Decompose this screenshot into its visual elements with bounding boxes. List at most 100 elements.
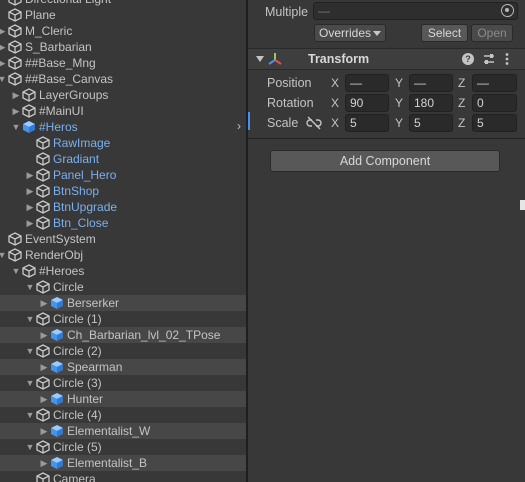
- hierarchy-item-label: Circle (2): [53, 344, 102, 358]
- hierarchy-item-label: Btn_Close: [53, 216, 109, 230]
- open-button[interactable]: Open: [471, 24, 513, 42]
- hierarchy-item[interactable]: EventSystem: [0, 231, 246, 247]
- foldout-collapsed-icon[interactable]: ▶: [24, 199, 36, 215]
- gameobject-icon: [8, 232, 22, 246]
- axis-y-label: Y: [395, 96, 404, 110]
- hierarchy-item[interactable]: ▶ ##Base_Mng: [0, 55, 246, 71]
- gameobject-icon: [36, 216, 50, 230]
- foldout-expanded-icon[interactable]: ▼: [0, 71, 8, 87]
- gameobject-icon: [36, 200, 50, 214]
- hierarchy-item[interactable]: ▶ Berserker: [0, 295, 246, 311]
- hierarchy-item[interactable]: ▶ LayerGroups: [0, 87, 246, 103]
- foldout-expanded-icon[interactable]: ▼: [24, 375, 36, 391]
- hierarchy-item[interactable]: ▶ BtnUpgrade: [0, 199, 246, 215]
- hierarchy-item[interactable]: RawImage: [0, 135, 246, 151]
- target-icon[interactable]: [501, 4, 514, 17]
- foldout-expanded-icon[interactable]: ▼: [10, 119, 22, 135]
- prefab-icon: [50, 456, 64, 470]
- help-icon[interactable]: ?: [462, 53, 474, 65]
- hierarchy-item[interactable]: ▶ BtnShop: [0, 183, 246, 199]
- hierarchy-item[interactable]: ▶ Btn_Close: [0, 215, 246, 231]
- add-component-button[interactable]: Add Component: [270, 150, 500, 172]
- foldout-collapsed-icon[interactable]: ▶: [24, 167, 36, 183]
- foldout-collapsed-icon[interactable]: ▶: [38, 295, 50, 311]
- rotation-y-field[interactable]: 180: [409, 94, 453, 112]
- hierarchy-item-label: Circle: [53, 280, 84, 294]
- transform-header[interactable]: Transform ?: [248, 48, 525, 70]
- position-y-field[interactable]: —: [409, 74, 453, 92]
- hierarchy-item[interactable]: ▶ Hunter: [0, 391, 246, 407]
- scale-y-field[interactable]: 5: [409, 114, 453, 132]
- hierarchy-item[interactable]: ▶ Ch_Barbarian_lvl_02_TPose: [0, 327, 246, 343]
- hierarchy-item[interactable]: Plane: [0, 7, 246, 23]
- scale-z-field[interactable]: 5: [472, 114, 517, 132]
- hierarchy-item-label: Elementalist_W: [67, 424, 151, 438]
- overrides-dropdown[interactable]: Overrides: [314, 24, 386, 42]
- hierarchy-item[interactable]: ▼ Circle (1): [0, 311, 246, 327]
- chevron-right-icon[interactable]: ›: [233, 118, 245, 134]
- hierarchy-item[interactable]: ▶ M_Cleric: [0, 23, 246, 39]
- hierarchy-item[interactable]: ▶ #MainUI: [0, 103, 246, 119]
- object-name-field[interactable]: —: [313, 2, 518, 20]
- foldout-collapsed-icon[interactable]: ▶: [10, 103, 22, 119]
- position-x-field[interactable]: —: [345, 74, 389, 92]
- foldout-collapsed-icon[interactable]: ▶: [10, 87, 22, 103]
- hierarchy-item[interactable]: ▼ #Heros: [0, 119, 246, 135]
- hierarchy-item-label: Circle (5): [53, 440, 102, 454]
- foldout-expanded-icon[interactable]: ▼: [24, 343, 36, 359]
- foldout-collapsed-icon[interactable]: ▶: [38, 359, 50, 375]
- axis-y-label: Y: [395, 76, 404, 90]
- foldout-expanded-icon[interactable]: ▼: [24, 311, 36, 327]
- hierarchy-item[interactable]: ▼ Circle: [0, 279, 246, 295]
- foldout-collapsed-icon[interactable]: ▶: [24, 215, 36, 231]
- transform-icon: [267, 51, 283, 67]
- foldout-expanded-icon[interactable]: ▼: [0, 247, 8, 263]
- foldout-collapsed-icon[interactable]: ▶: [0, 55, 8, 71]
- foldout-collapsed-icon[interactable]: ▶: [38, 391, 50, 407]
- foldout-collapsed-icon[interactable]: ▶: [38, 327, 50, 343]
- gameobject-icon: [36, 472, 50, 482]
- hierarchy-item[interactable]: ▶ Elementalist_B: [0, 455, 246, 471]
- scale-x-field[interactable]: 5: [345, 114, 389, 132]
- hierarchy-item-label: Gradiant: [53, 152, 100, 166]
- gameobject-icon: [36, 152, 50, 166]
- select-button[interactable]: Select: [421, 24, 468, 42]
- hierarchy-item[interactable]: ▼ #Heroes: [0, 263, 246, 279]
- foldout-collapsed-icon[interactable]: ▶: [38, 455, 50, 471]
- hierarchy-item[interactable]: ▼ RenderObj: [0, 247, 246, 263]
- hierarchy-item[interactable]: Directional Light: [0, 0, 246, 7]
- foldout-expanded-icon[interactable]: ▼: [10, 263, 22, 279]
- prefab-icon: [22, 120, 36, 134]
- foldout-expanded-icon[interactable]: ▼: [24, 279, 36, 295]
- rotation-z-field[interactable]: 0: [472, 94, 517, 112]
- foldout-expanded-icon[interactable]: ▼: [24, 439, 36, 455]
- rotation-x-field[interactable]: 90: [345, 94, 389, 112]
- position-z-field[interactable]: —: [472, 74, 517, 92]
- foldout-collapsed-icon[interactable]: ▶: [38, 423, 50, 439]
- overrides-label: Overrides: [319, 26, 372, 40]
- hierarchy-item[interactable]: ▼ Circle (3): [0, 375, 246, 391]
- hierarchy-item[interactable]: ▶ Panel_Hero: [0, 167, 246, 183]
- hierarchy-item[interactable]: ▼ Circle (5): [0, 439, 246, 455]
- hierarchy-item[interactable]: Camera: [0, 471, 246, 482]
- hierarchy-item-label: Panel_Hero: [53, 168, 117, 182]
- hierarchy-item[interactable]: ▶ Elementalist_W: [0, 423, 246, 439]
- hierarchy-item[interactable]: ▶ Spearman: [0, 359, 246, 375]
- hierarchy-item[interactable]: ▶ S_Barbarian: [0, 39, 246, 55]
- foldout-expanded-icon[interactable]: ▼: [24, 407, 36, 423]
- constrain-proportions-icon[interactable]: [306, 116, 322, 130]
- foldout-collapsed-icon[interactable]: ▶: [0, 23, 8, 39]
- hierarchy-item-label: BtnUpgrade: [53, 200, 118, 214]
- hierarchy-item-label: Circle (3): [53, 376, 102, 390]
- expand-arrow-icon[interactable]: [256, 56, 264, 62]
- hierarchy-item[interactable]: Gradiant: [0, 151, 246, 167]
- hierarchy-item[interactable]: ▼ Circle (2): [0, 343, 246, 359]
- foldout-collapsed-icon[interactable]: ▶: [24, 183, 36, 199]
- hierarchy-item[interactable]: ▼ Circle (4): [0, 407, 246, 423]
- hierarchy-item-label: Spearman: [67, 360, 123, 374]
- preset-settings-icon[interactable]: [482, 51, 496, 67]
- hierarchy-item[interactable]: ▼ ##Base_Canvas: [0, 71, 246, 87]
- foldout-collapsed-icon[interactable]: ▶: [0, 39, 8, 55]
- hierarchy-item-label: S_Barbarian: [25, 40, 92, 54]
- more-options-icon[interactable]: [504, 52, 510, 66]
